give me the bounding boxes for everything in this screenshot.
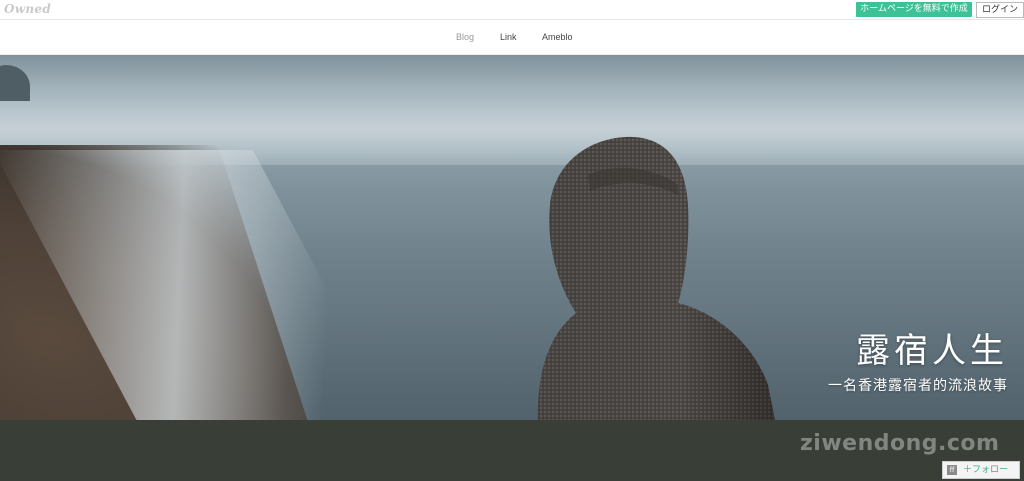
top-bar: Owned ホームページを無料で作成 ログイン — [0, 0, 1024, 20]
blog-title: 露宿人生 — [856, 331, 1008, 371]
nav-item-ameblo[interactable]: Ameblo — [542, 32, 573, 42]
nav-item-link[interactable]: Link — [500, 32, 517, 42]
blog-subtitle: 一名香港露宿者的流浪故事 — [828, 378, 1008, 394]
hero-headland — [0, 65, 30, 101]
follow-app-icon: ff — [947, 465, 957, 475]
main-nav: Blog Link Ameblo — [0, 20, 1024, 55]
login-button[interactable]: ログイン — [976, 2, 1024, 18]
hooded-person-image — [537, 136, 775, 420]
nav-item-blog[interactable]: Blog — [456, 32, 474, 42]
hero-banner: 露宿人生 一名香港露宿者的流浪故事 — [0, 55, 1024, 420]
follow-label: ＋フォロー — [963, 465, 1009, 475]
follow-button[interactable]: ff ＋フォロー — [942, 461, 1020, 479]
site-logo[interactable]: Owned — [4, 2, 51, 16]
watermark: ziwendong.com — [800, 431, 1000, 456]
create-homepage-button[interactable]: ホームページを無料で作成 — [856, 2, 972, 17]
